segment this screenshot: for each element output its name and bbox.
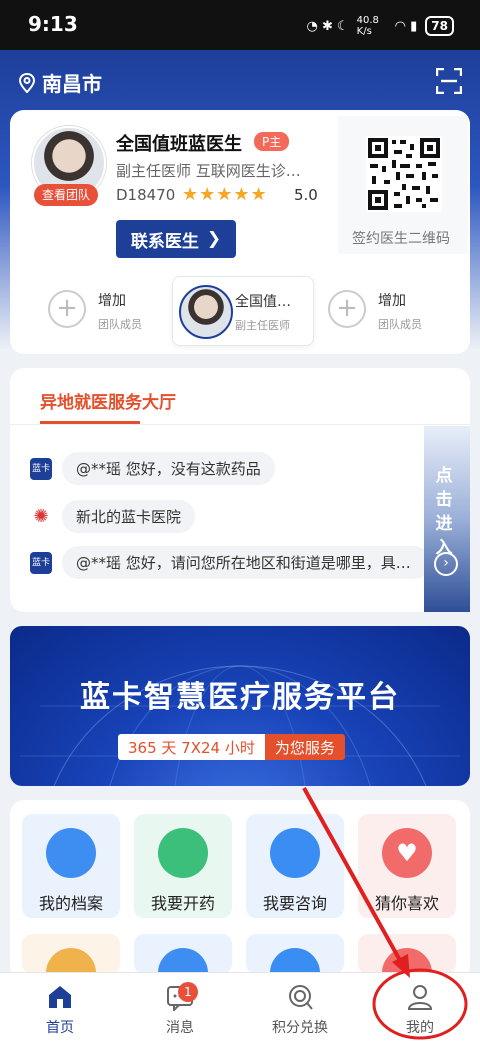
banner-subtitle-hours: 365 天 7X24 小时 — [118, 734, 265, 760]
scan-icon[interactable] — [436, 68, 462, 94]
grid-tile-row2-3[interactable] — [246, 934, 344, 998]
test-tube-icon — [270, 828, 320, 878]
location-pin-icon — [18, 72, 36, 93]
nav-profile[interactable]: 我的 — [360, 973, 480, 1041]
qr-code-label: 签约医生二维码 — [352, 231, 450, 247]
medicine-bottle-icon — [158, 828, 208, 878]
chat-message[interactable]: 蓝卡 @**瑶 您好，请问您所在地区和街道是哪里，具… — [30, 546, 430, 579]
member-avatar — [179, 285, 233, 339]
lancare-logo-icon: 蓝卡 — [30, 551, 52, 574]
nav-messages-label: 消息 — [166, 1020, 194, 1036]
banner-subtitle: 365 天 7X24 小时 为您服务 — [118, 734, 345, 760]
message-bubble: 新北的蓝卡医院 — [62, 500, 196, 533]
plus-icon: + — [328, 290, 366, 328]
grid-tile-row2-2[interactable] — [134, 934, 232, 998]
battery-icon: 78 — [425, 16, 454, 36]
doctor-title: 副主任医师 互联网医生诊… — [116, 162, 301, 180]
message-bubble: @**瑶 您好，没有这款药品 — [62, 452, 275, 485]
nav-points[interactable]: 积分兑换 — [240, 973, 360, 1041]
nav-profile-label: 我的 — [406, 1020, 434, 1036]
doctor-id: D18470 — [116, 186, 176, 204]
status-time: 9:13 — [28, 12, 78, 36]
nav-home[interactable]: 首页 — [0, 973, 120, 1041]
status-icons: ◔ ✱ ☾ 40.8 K/s ◠ ▮ 78 — [306, 15, 454, 37]
points-exchange-icon — [289, 985, 313, 1010]
plus-icon: + — [48, 290, 86, 328]
records-icon — [46, 828, 96, 878]
add-member-sublabel: 团队成员 — [98, 318, 142, 331]
add-team-member-1[interactable]: + 增加 团队成员 — [40, 276, 180, 344]
contact-doctor-button[interactable]: 联系医生 ❯ — [116, 220, 236, 258]
bottom-nav: 首页 消息 积分兑换 我的 — [0, 972, 480, 1041]
prescribe-tile[interactable]: 我要开药 — [134, 814, 232, 918]
home-icon — [49, 986, 71, 1008]
consult-tile[interactable]: 我要咨询 — [246, 814, 344, 918]
contact-doctor-label: 联系医生 — [130, 231, 199, 252]
divider — [10, 424, 470, 425]
grid-tile-row2-4[interactable] — [358, 934, 456, 998]
add-member-sublabel: 团队成员 — [378, 318, 422, 331]
banner-title: 蓝卡智慧医疗服务平台 — [80, 680, 400, 715]
hospital-logo-icon: ✺ — [30, 505, 52, 528]
rating-value: 5.0 — [294, 186, 318, 204]
add-team-member-2[interactable]: + 增加 团队成员 — [320, 276, 460, 344]
chat-message[interactable]: 蓝卡 @**瑶 您好，没有这款药品 — [30, 452, 275, 485]
nav-points-label: 积分兑换 — [272, 1020, 328, 1036]
team-member-doctor[interactable]: 全国值… 副主任医师 — [172, 276, 314, 346]
doctor-name: 全国值班蓝医生 — [116, 134, 242, 155]
tile-label: 我要咨询 — [262, 894, 327, 913]
city-name: 南昌市 — [42, 72, 102, 96]
heart-icon: ♥ — [382, 828, 432, 878]
qr-code-icon[interactable] — [366, 136, 442, 212]
service-hall-title[interactable]: 异地就医服务大厅 — [40, 388, 176, 413]
rating-stars: ★★★★★ — [182, 184, 268, 205]
chevron-right-circle-icon[interactable]: › — [434, 552, 458, 576]
member-name: 全国值… — [235, 294, 291, 310]
nav-home-label: 首页 — [46, 1020, 74, 1036]
signal-icon: ◔ ✱ ☾ — [306, 18, 349, 34]
tile-label: 我要开药 — [150, 894, 215, 913]
user-icon — [407, 985, 433, 1010]
network-speed: 40.8 K/s — [356, 15, 379, 37]
message-count-badge: 1 — [178, 982, 198, 1002]
enter-hall-label[interactable]: 点击进入 — [434, 464, 454, 560]
grid-tile-row2-1[interactable] — [22, 934, 120, 998]
status-bar: 9:13 ◔ ✱ ☾ 40.8 K/s ◠ ▮ 78 — [0, 0, 480, 50]
recommend-tile[interactable]: ♥ 猜你喜欢 — [358, 814, 456, 918]
doctor-tag-badge: P主 — [254, 132, 290, 151]
chevron-right-icon: ❯ — [206, 229, 222, 249]
add-member-label: 增加 — [98, 293, 126, 309]
member-title: 副主任医师 — [235, 319, 290, 332]
add-member-label: 增加 — [378, 293, 406, 309]
view-team-button[interactable]: 查看团队 — [34, 184, 98, 206]
team-member-row: + 增加 团队成员 全国值… 副主任医师 + 增加 团队成员 — [26, 276, 470, 346]
tile-label: 我的档案 — [38, 894, 103, 913]
wifi-icon: ◠ ▮ — [394, 18, 418, 34]
message-bubble: @**瑶 您好，请问您所在地区和街道是哪里，具… — [62, 546, 430, 579]
lancare-logo-icon: 蓝卡 — [30, 457, 52, 480]
banner-subtitle-service: 为您服务 — [264, 734, 345, 760]
city-selector[interactable]: 南昌市 — [18, 68, 102, 97]
my-records-tile[interactable]: 我的档案 — [22, 814, 120, 918]
tile-label: 猜你喜欢 — [374, 894, 439, 913]
nav-messages[interactable]: 消息 — [120, 973, 240, 1041]
chat-message[interactable]: ✺ 新北的蓝卡医院 — [30, 500, 196, 533]
